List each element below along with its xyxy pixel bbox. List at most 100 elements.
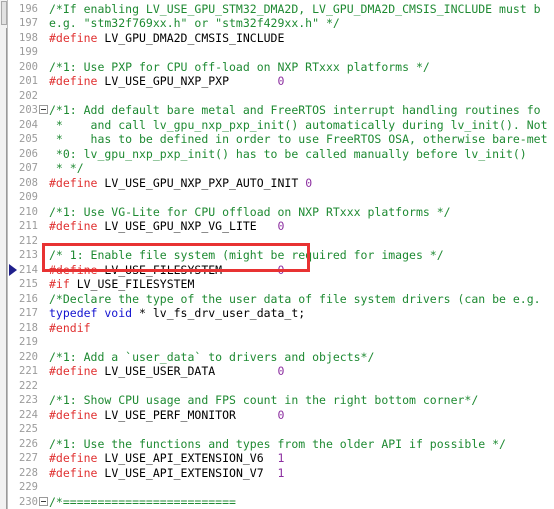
line-number: 199 <box>19 46 38 58</box>
line-number: 223 <box>19 394 38 406</box>
code-line[interactable]: /*1: Add a `user_data` to drivers and ob… <box>49 350 374 365</box>
code-line[interactable]: #endif <box>49 321 91 336</box>
line-number: 211 <box>19 220 38 232</box>
code-line[interactable]: #if LV_USE_FILESYSTEM <box>49 277 194 292</box>
line-number: 200 <box>19 60 38 73</box>
code-token-preprocessor: #define <box>49 219 98 233</box>
code-token-comment: /*1: Use PXP for CPU off-load on NXP RTx… <box>49 59 430 74</box>
code-token-identifier: LV_USE_PERF_MONITOR <box>97 407 278 422</box>
code-token-preprocessor: #if <box>49 277 70 291</box>
line-number: 227 <box>19 452 38 464</box>
code-token-identifier: LV_USE_FILESYSTEM <box>69 277 195 291</box>
code-line[interactable]: #define LV_USE_FILESYSTEM 0 <box>49 263 284 278</box>
line-number-gutter: 196 197 198 199 200 201 202 203 204 205 206 207 208 2… <box>18 0 38 509</box>
code-line[interactable]: /* 1: Enable file system (might be requi… <box>49 248 444 263</box>
line-number: 196 <box>19 2 38 15</box>
line-number: 208 <box>19 176 38 189</box>
code-line[interactable]: /*If enabling LV_USE_GPU_STM32_DMA2D, LV… <box>49 2 541 17</box>
code-token-preprocessor: #define <box>49 262 98 277</box>
code-line[interactable]: #define LV_USE_PERF_MONITOR 0 <box>49 408 284 423</box>
code-token-number: 1 <box>277 465 285 480</box>
line-number: 225 <box>19 423 38 435</box>
code-line[interactable]: /*1: Show CPU usage and FPS count in the… <box>49 393 478 408</box>
code-line[interactable]: typedef void * lv_fs_drv_user_data_t; <box>49 306 305 321</box>
code-token-preprocessor: #endif <box>49 320 91 335</box>
code-token-comment: * */ <box>49 161 84 175</box>
code-token-identifier: * lv_fs_drv_user_data_t; <box>132 306 306 320</box>
code-line[interactable]: #define LV_USE_GPU_NXP_PXP_AUTO_INIT 0 <box>49 176 312 191</box>
code-editor-view[interactable]: 196 197 198 199 200 201 202 203 204 205 206 207 208 2… <box>0 0 554 509</box>
code-token-identifier: LV_USE_GPU_NXP_VG_LITE <box>97 219 278 233</box>
line-number: 226 <box>19 437 38 450</box>
line-number: 202 <box>19 89 38 102</box>
code-line[interactable]: #define LV_GPU_DMA2D_CMSIS_INCLUDE <box>49 31 284 46</box>
code-line[interactable]: /*1: Use VG-Lite for CPU offload on NXP … <box>49 205 451 220</box>
code-line[interactable]: * */ <box>49 161 84 176</box>
code-line[interactable]: /*1: Use the functions and types from th… <box>49 437 506 452</box>
code-line[interactable]: * has to be defined in order to use Free… <box>49 132 548 147</box>
line-number: 209 <box>19 191 38 203</box>
code-token-preprocessor: #define <box>49 175 98 190</box>
line-number: 229 <box>19 481 38 493</box>
code-fold-column[interactable] <box>38 0 49 509</box>
line-number: 207 <box>19 162 38 174</box>
code-token-preprocessor: #define <box>49 407 98 422</box>
code-token-number: 0 <box>277 262 285 277</box>
code-token-comment: * and call lv_gpu_nxp_pxp_init() automat… <box>49 117 548 132</box>
line-number: 230 <box>19 495 38 508</box>
code-token-comment: e.g. "stm32f769xx.h" or "stm32f429xx.h" … <box>49 16 340 30</box>
left-scrollbar-strip[interactable] <box>0 0 8 509</box>
code-token-preprocessor: #define <box>49 451 98 465</box>
line-number: 224 <box>19 408 38 421</box>
code-line[interactable]: #define LV_USE_GPU_NXP_PXP 0 <box>49 74 284 89</box>
code-line[interactable]: /*1: Use PXP for CPU off-load on NXP RTx… <box>49 60 430 75</box>
line-number: 198 <box>19 31 38 44</box>
line-number: 221 <box>19 365 38 377</box>
code-token-identifier: LV_USE_GPU_NXP_PXP_AUTO_INIT <box>97 175 306 190</box>
code-text-area[interactable]: /*If enabling LV_USE_GPU_STM32_DMA2D, LV… <box>49 0 554 509</box>
line-number: 222 <box>19 379 38 392</box>
line-number: 215 <box>19 278 38 290</box>
code-line[interactable]: #define LV_USE_GPU_NXP_VG_LITE 0 <box>49 219 284 234</box>
code-token-comment: /*1: Use the functions and types from th… <box>49 436 506 451</box>
line-number: 228 <box>19 466 38 479</box>
line-number: 219 <box>19 336 38 348</box>
code-token-number: 0 <box>277 219 285 233</box>
bookmark-arrow-icon[interactable] <box>9 263 17 276</box>
code-token-comment: /*1: Add a `user_data` to drivers and ob… <box>49 349 375 364</box>
code-token-number: 0 <box>277 407 285 422</box>
code-token-identifier: LV_GPU_DMA2D_CMSIS_INCLUDE <box>97 30 285 45</box>
code-line[interactable]: #define LV_USE_API_EXTENSION_V7 1 <box>49 466 284 481</box>
bookmark-marker-column[interactable] <box>9 0 18 509</box>
code-line[interactable]: #define LV_USE_API_EXTENSION_V6 1 <box>49 451 284 466</box>
line-number: 205 <box>19 133 38 145</box>
line-number: 210 <box>19 205 38 218</box>
code-token-comment: /* 1: Enable file system (might be requi… <box>49 248 444 262</box>
code-token-identifier: LV_USE_USER_DATA <box>97 364 278 378</box>
code-line[interactable]: *0: lv_gpu_nxp_pxp_init() has to be call… <box>49 147 527 162</box>
code-line[interactable]: e.g. "stm32f769xx.h" or "stm32f429xx.h" … <box>49 16 340 31</box>
code-token-comment: /*========================= <box>49 494 236 509</box>
code-token-keyword: typedef void <box>49 306 133 320</box>
code-token-number: 1 <box>277 451 285 465</box>
code-token-identifier: LV_USE_GPU_NXP_PXP <box>97 74 278 88</box>
code-token-comment: /*If enabling LV_USE_GPU_STM32_DMA2D, LV… <box>49 1 541 16</box>
fold-collapse-icon[interactable] <box>39 496 48 506</box>
code-token-identifier: LV_USE_API_EXTENSION_V7 <box>97 465 278 480</box>
code-token-comment: /*1: Show CPU usage and FPS count in the… <box>49 393 479 407</box>
fold-collapse-icon[interactable] <box>39 105 48 114</box>
code-token-preprocessor: #define <box>49 465 98 480</box>
code-line[interactable]: * and call lv_gpu_nxp_pxp_init() automat… <box>49 118 548 133</box>
code-line[interactable]: /*Declare the type of the user data of f… <box>49 292 541 307</box>
code-line[interactable]: /*1: Add default bare metal and FreeRTOS… <box>49 103 541 118</box>
line-number: 201 <box>19 75 38 87</box>
line-number: 216 <box>19 292 38 305</box>
code-token-comment: /*Declare the type of the user data of f… <box>49 291 541 306</box>
code-line[interactable]: #define LV_USE_USER_DATA 0 <box>49 364 284 379</box>
line-number: 218 <box>19 321 38 334</box>
code-line[interactable]: /*========================= <box>49 495 236 509</box>
code-token-number: 0 <box>277 364 285 378</box>
scrollbar-thumb[interactable] <box>1 1 7 25</box>
code-token-identifier: LV_USE_FILESYSTEM <box>97 262 278 277</box>
code-token-comment: * has to be defined in order to use Free… <box>49 132 548 146</box>
